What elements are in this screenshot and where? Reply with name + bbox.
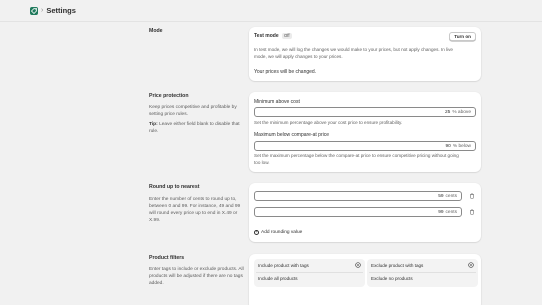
include-tags-value: Include all products [258,276,298,281]
test-mode-status-badge: Off [282,32,292,39]
tip-label: Tip: [149,122,158,127]
price-protection-tip: Tip: Leave either field blank to disable… [149,121,245,135]
exclude-tags-value: Exclude no products [371,276,413,281]
turn-on-button[interactable]: Turn on [449,32,476,41]
max-below-compare-label: Maximum below compare-at price [254,132,330,138]
app-logo-icon[interactable] [30,6,38,15]
max-below-compare-suffix: % below [452,143,471,149]
mode-section-title: Mode [149,28,163,34]
plus-circle-icon[interactable] [355,262,361,268]
max-below-compare-value: 90 [445,143,451,149]
min-above-cost-help: Set the minimum percentage above your co… [254,120,403,125]
max-below-compare-help-line-1: Set the maximum percentage below the com… [254,153,459,158]
max-below-compare-help-line-2: too low. [254,159,270,165]
min-above-cost-input[interactable]: 25 % above [254,107,476,117]
exclude-tags-divider [369,272,476,273]
price-protection-desc: Keep prices competitive and profitable b… [149,104,245,135]
chevron-right-icon: › [41,7,44,14]
min-above-cost-value: 25 [444,109,451,115]
test-mode-label: Test mode [254,33,279,39]
include-tags-divider [256,272,363,273]
plus-circle-icon: + [254,229,259,235]
test-mode-help: In test mode, we will log the changes we… [254,47,478,60]
test-mode-help-line-1: In test mode, we will log the changes we… [254,47,453,52]
rounding-value-1: 59 [438,193,444,199]
test-mode-help-line-2: mode, we will apply changes to your pric… [254,53,343,59]
mode-status-text: Your prices will be changed. [254,69,317,75]
add-rounding-value-button[interactable]: + Add rounding value [254,230,302,235]
exclude-tags-box[interactable]: Exclude product with tags Exclude no pro… [367,259,478,287]
add-rounding-value-label: Add rounding value [261,230,303,235]
price-protection-desc-text: Keep prices competitive and profitable b… [149,105,237,117]
tag-glyph [31,7,37,14]
rounding-title: Round up to nearest [149,184,200,190]
product-filters-desc: Enter tags to include or exclude product… [149,267,244,286]
mode-card: Test mode Off Turn on In test mode, we w… [249,27,481,81]
rounding-value-2: 99 [438,209,444,215]
max-below-compare-input[interactable]: 90 % below [254,141,476,151]
min-above-cost-label: Minimum above cost [254,99,300,105]
product-filters-card: Include product with tags Include all pr… [249,254,481,305]
trash-icon[interactable] [468,193,475,200]
top-bar: › Settings [0,0,542,21]
trash-icon[interactable] [468,209,475,216]
rounding-suffix-2: cents [445,209,457,215]
rounding-suffix-1: cents [445,193,457,199]
rounding-input-2[interactable]: 99 cents [254,207,462,217]
plus-circle-icon[interactable] [468,262,474,268]
min-above-cost-suffix: % above [452,109,471,115]
page-title: Settings [46,6,76,15]
header-divider [0,21,542,22]
exclude-tags-header: Exclude product with tags [371,263,424,268]
rounding-desc: Enter the number of cents to round up to… [149,197,241,223]
product-filters-title: Product filters [149,255,185,261]
include-tags-box[interactable]: Include product with tags Include all pr… [254,259,365,287]
price-protection-card: Minimum above cost 25 % above Set the mi… [249,92,481,172]
tip-text: Leave either field blank to disable that… [149,122,240,134]
rounding-input-1[interactable]: 59 cents [254,191,462,201]
include-tags-header: Include product with tags [258,263,309,268]
max-below-compare-help: Set the maximum percentage below the com… [254,153,478,166]
price-protection-title: Price protection [149,93,189,99]
rounding-card: 59 cents 99 cents + Add rounding value [249,183,481,242]
